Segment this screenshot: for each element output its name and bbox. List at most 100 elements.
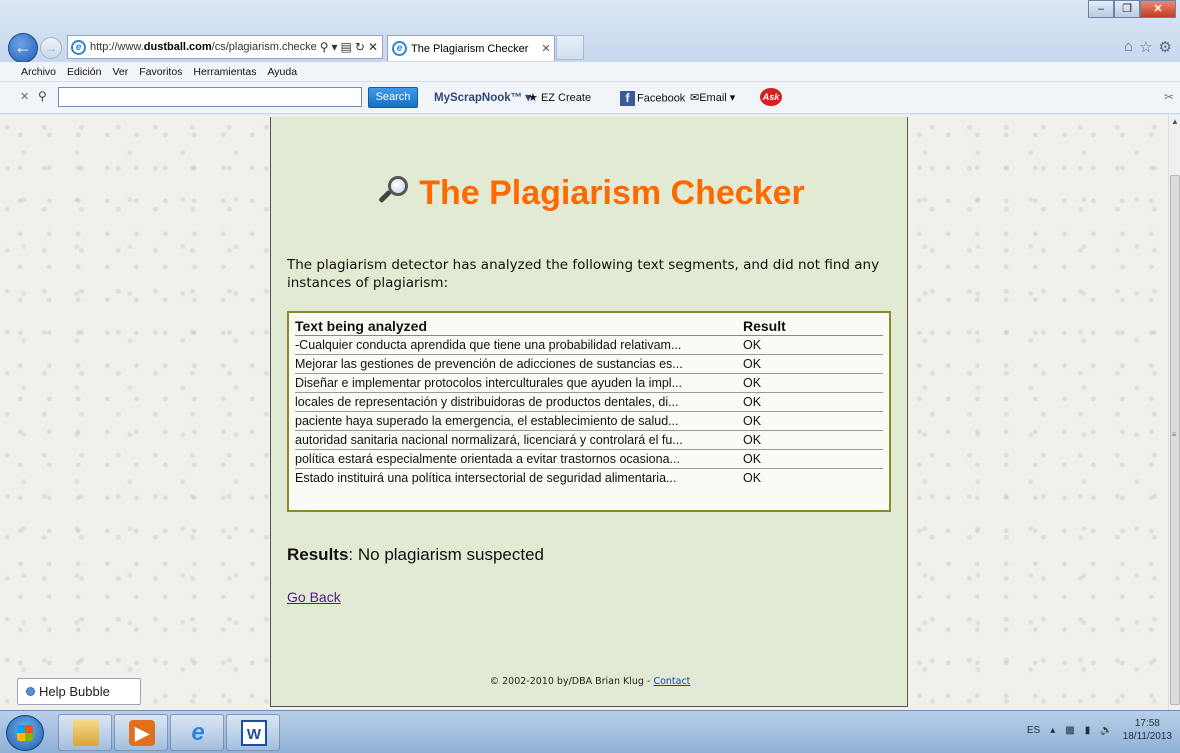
ask-logo-icon[interactable]: Ask <box>760 88 782 106</box>
windows-logo-icon <box>17 725 33 741</box>
toolbar-options-icon[interactable]: ✂ <box>1164 90 1174 104</box>
maximize-button[interactable]: ❐ <box>1114 0 1140 18</box>
table-row: Mejorar las gestiones de prevención de a… <box>295 354 883 374</box>
table-row: paciente haya superado la emergencia, el… <box>295 411 883 431</box>
intro-text: The plagiarism detector has analyzed the… <box>287 257 880 291</box>
stop-icon[interactable]: ✕ <box>368 40 378 54</box>
compat-view-icon[interactable]: ▤ <box>341 40 352 54</box>
myscrapnook-menu[interactable]: MyScrapNook™ ▾ <box>434 90 531 104</box>
windows-taskbar: ▶ e W ES ▴ ▩ ▮ 🔊 17:58 18/11/2013 <box>0 710 1180 753</box>
vertical-scrollbar[interactable]: ▲ ≡ <box>1168 115 1180 710</box>
volume-icon[interactable]: 🔊 <box>1100 725 1112 736</box>
dropdown-arrow-icon[interactable]: ▾ <box>332 40 338 54</box>
column-header-result: Result <box>743 316 883 336</box>
page-title: The Plagiarism Checker <box>271 174 909 213</box>
clock-time: 17:58 <box>1134 718 1160 729</box>
cell-text: Estado instituirá una política intersect… <box>295 471 677 486</box>
scroll-grip-icon: ≡ <box>1171 430 1177 439</box>
cell-text: locales de representación y distribuidor… <box>295 392 743 412</box>
folder-icon <box>73 720 99 746</box>
menu-archivo[interactable]: Archivo <box>21 66 56 78</box>
menu-bar: Archivo Edición Ver Favoritos Herramient… <box>0 62 1180 82</box>
cell-result: OK <box>743 411 883 431</box>
new-tab-button[interactable] <box>556 35 584 60</box>
help-bubble-button[interactable]: Help Bubble <box>17 678 141 705</box>
results-value: : No plagiarism suspected <box>348 545 545 564</box>
settings-gear-icon[interactable]: ⚙ <box>1159 38 1172 56</box>
cell-text: política estará especialmente orientada … <box>295 449 743 469</box>
results-table: Text being analyzed Result -Cualquier co… <box>287 311 891 512</box>
minimize-button[interactable]: – <box>1088 0 1114 18</box>
ie-tab-icon: e <box>392 41 407 56</box>
menu-ver[interactable]: Ver <box>112 66 128 78</box>
clock-date: 18/11/2013 <box>1122 731 1172 742</box>
table-row: Estado instituirá una política intersect… <box>295 469 883 488</box>
cell-text: Diseñar e implementar protocolos intercu… <box>295 373 743 393</box>
system-tray: ES ▴ ▩ ▮ 🔊 17:58 18/11/2013 <box>1027 717 1172 743</box>
menu-herramientas[interactable]: Herramientas <box>193 66 256 78</box>
internet-explorer-icon: e <box>191 719 205 746</box>
tab-plagiarism-checker[interactable]: e The Plagiarism Checker ✕ <box>387 35 555 61</box>
language-indicator[interactable]: ES <box>1027 725 1040 736</box>
taskbar-word[interactable]: W <box>226 714 280 751</box>
ez-create-button[interactable]: ★ EZ Create <box>528 91 591 104</box>
taskbar-internet-explorer[interactable]: e <box>170 714 224 751</box>
url-text[interactable]: http://www.dustball.com/cs/plagiarism.ch… <box>90 41 316 53</box>
help-bubble-icon <box>26 687 35 696</box>
menu-edicion[interactable]: Edición <box>67 66 101 78</box>
network-icon[interactable]: ▩ <box>1065 725 1074 736</box>
cell-text: paciente haya superado la emergencia, el… <box>295 411 743 431</box>
signal-icon[interactable]: ▮ <box>1085 725 1091 736</box>
tab-close-icon[interactable]: ✕ <box>538 42 554 55</box>
favorites-star-icon[interactable]: ☆ <box>1139 38 1152 56</box>
cell-result: OK <box>743 335 883 355</box>
cell-result: OK <box>743 373 883 393</box>
forward-button[interactable]: → <box>40 37 62 59</box>
address-bar[interactable]: e http://www.dustball.com/cs/plagiarism.… <box>67 35 383 59</box>
table-row: autoridad sanitaria nacional normalizará… <box>295 430 883 450</box>
clock[interactable]: 17:58 18/11/2013 <box>1123 717 1172 743</box>
scroll-up-arrow-icon[interactable]: ▲ <box>1169 117 1180 126</box>
facebook-button[interactable]: f Facebook <box>620 91 685 106</box>
cell-text: -Cualquier conducta aprendida que tiene … <box>295 335 743 355</box>
word-icon: W <box>241 720 267 746</box>
back-button[interactable]: ← <box>8 33 38 63</box>
column-header-text: Text being analyzed <box>295 316 743 336</box>
email-button[interactable]: ✉Email ▾ <box>690 91 735 104</box>
cell-text: autoridad sanitaria nacional normalizará… <box>295 430 743 450</box>
toolbar-search-input[interactable] <box>58 87 362 107</box>
tab-label: The Plagiarism Checker <box>411 42 529 55</box>
footer-copyright: © 2002-2010 by/DBA Brian Klug - <box>489 676 654 687</box>
table-row: locales de representación y distribuidor… <box>295 392 883 412</box>
results-summary: Results: No plagiarism suspected <box>287 545 544 565</box>
content-panel: The Plagiarism Checker The plagiarism de… <box>270 117 908 707</box>
table-row: política estará especialmente orientada … <box>295 449 883 469</box>
cell-result: OK <box>743 354 883 374</box>
ez-create-icon: ★ <box>528 92 538 104</box>
browser-titlebar: ← → e http://www.dustball.com/cs/plagiar… <box>0 0 1180 63</box>
page-footer: © 2002-2010 by/DBA Brian Klug - Contact <box>271 676 909 687</box>
taskbar-explorer[interactable] <box>58 714 112 751</box>
close-window-button[interactable]: ✕ <box>1140 0 1176 18</box>
table-row: Diseñar e implementar protocolos intercu… <box>295 373 883 393</box>
cell-text: Mejorar las gestiones de prevención de a… <box>295 354 743 374</box>
scroll-thumb[interactable] <box>1170 175 1180 705</box>
menu-favoritos[interactable]: Favoritos <box>139 66 182 78</box>
show-hidden-icons-icon[interactable]: ▴ <box>1050 725 1055 736</box>
cell-result: OK <box>743 392 883 412</box>
toolbar-close-icon[interactable]: ✕ <box>20 90 29 103</box>
search-toolbar: ✕ ⚲ Search MyScrapNook™ ▾ ★ EZ Create fF… <box>0 82 1180 114</box>
contact-link[interactable]: Contact <box>653 676 690 687</box>
cell-result: OK <box>743 449 883 469</box>
go-back-link[interactable]: Go Back <box>287 589 341 605</box>
taskbar-media-player[interactable]: ▶ <box>114 714 168 751</box>
results-label: Results <box>287 545 349 564</box>
facebook-icon: f <box>620 91 635 106</box>
home-icon[interactable]: ⌂ <box>1124 38 1133 56</box>
search-icon[interactable]: ⚲ <box>320 40 329 54</box>
refresh-icon[interactable]: ↻ <box>355 40 365 54</box>
menu-ayuda[interactable]: Ayuda <box>267 66 297 78</box>
cell-result: OK <box>743 471 762 486</box>
toolbar-search-button[interactable]: Search <box>368 87 418 108</box>
start-button[interactable] <box>6 715 44 751</box>
